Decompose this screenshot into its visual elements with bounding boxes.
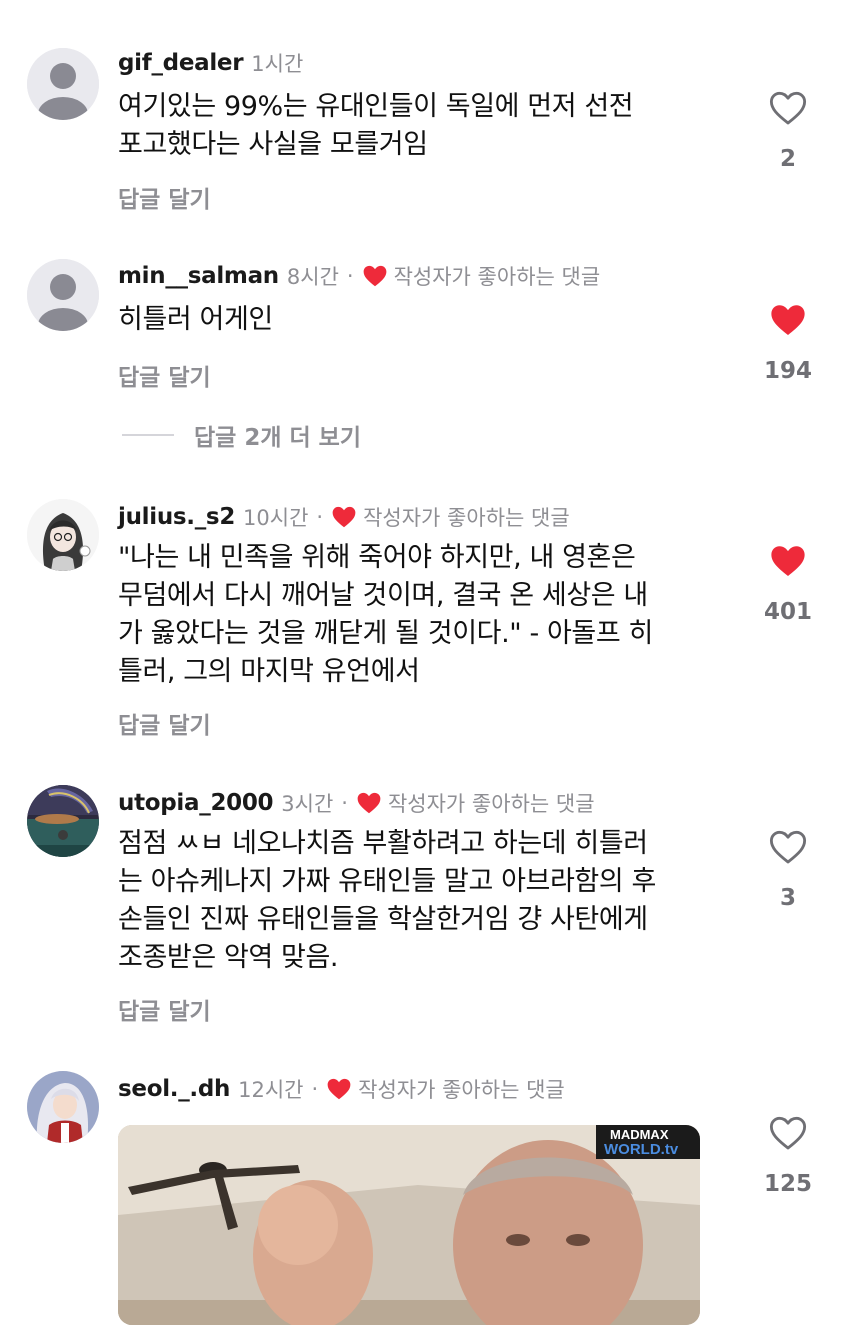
- comment-text: 여기있는 99%는 유대인들이 독일에 먼저 선전 포고했다는 사실을 모를거임: [118, 91, 634, 160]
- video-thumbnail: MADMAX WORLD.tv: [118, 1125, 700, 1325]
- separator-dot: ·: [341, 791, 348, 815]
- timestamp: 12시간: [238, 1078, 304, 1102]
- creator-liked-label: 작성자가 좋아하는 댓글: [393, 265, 601, 289]
- comment-meta: utopia_2000 3시간 · 작성자가 좋아하는 댓글: [118, 786, 595, 820]
- username[interactable]: min__salman: [118, 263, 279, 289]
- comment-text: 점점 ㅆㅂ 네오나치즘 부활하려고 하는데 히틀러 는 아슈케나지 가짜 유태인…: [118, 828, 656, 973]
- heart-icon[interactable]: [769, 1115, 807, 1151]
- anime-character-avatar-icon: [27, 1071, 99, 1143]
- heart-icon: [357, 792, 381, 814]
- like-column: 194: [760, 302, 816, 384]
- comment-meta: seol._.dh 12시간 · 작성자가 좋아하는 댓글: [118, 1072, 565, 1106]
- watermark-line-2: WORLD.tv: [604, 1141, 679, 1158]
- divider: [122, 434, 174, 436]
- avatar[interactable]: [27, 259, 99, 331]
- username[interactable]: julius._s2: [118, 504, 235, 530]
- avatar[interactable]: [27, 48, 99, 120]
- view-more-replies-button[interactable]: 답글 2개 더 보기: [122, 420, 361, 451]
- like-count: 2: [779, 146, 796, 172]
- heart-icon: [363, 265, 386, 287]
- avatar[interactable]: [27, 499, 99, 571]
- separator-dot: ·: [311, 1077, 319, 1101]
- username[interactable]: utopia_2000: [118, 790, 274, 816]
- username[interactable]: gif_dealer: [118, 50, 244, 76]
- like-count: 194: [763, 358, 812, 384]
- landscape-avatar-icon: [27, 785, 99, 857]
- separator-dot: ·: [316, 505, 324, 529]
- timestamp: 8시간: [286, 265, 339, 289]
- separator-dot: ·: [346, 264, 354, 288]
- like-count: 125: [763, 1171, 812, 1197]
- creator-liked-label: 작성자가 좋아하는 댓글: [387, 792, 595, 816]
- username[interactable]: seol._.dh: [118, 1076, 230, 1102]
- reply-button[interactable]: 답글 달기: [118, 992, 211, 1026]
- comment-meta: min__salman 8시간 · 작성자가 좋아하는 댓글: [118, 259, 600, 293]
- avatar[interactable]: [27, 785, 99, 857]
- heart-icon: [332, 506, 356, 528]
- like-column: 401: [760, 543, 816, 625]
- heart-icon: [327, 1078, 351, 1100]
- reply-button[interactable]: 답글 달기: [118, 180, 211, 214]
- comment-meta: gif_dealer 1시간: [118, 46, 303, 80]
- watermark-line-1: MADMAX: [610, 1127, 669, 1142]
- like-column: 125: [760, 1115, 816, 1197]
- creator-liked-label: 작성자가 좋아하는 댓글: [358, 1078, 565, 1102]
- timestamp: 3시간: [281, 792, 334, 816]
- timestamp: 10시간: [243, 506, 309, 530]
- heart-icon[interactable]: [769, 543, 807, 579]
- heart-icon[interactable]: [769, 829, 807, 865]
- heart-icon[interactable]: [769, 302, 807, 338]
- comment-text: 히틀러 어게인: [118, 304, 273, 335]
- like-column: 2: [760, 90, 816, 172]
- avatar[interactable]: [27, 1071, 99, 1143]
- like-column: 3: [760, 829, 816, 911]
- comment-text: "나는 내 민족을 위해 죽어야 하지만, 내 영혼은 무덤에서 다시 깨어날 …: [118, 542, 653, 687]
- timestamp: 1시간: [251, 52, 304, 76]
- gif-attachment[interactable]: MADMAX WORLD.tv: [118, 1125, 700, 1325]
- reply-button[interactable]: 답글 달기: [118, 706, 211, 740]
- heart-icon[interactable]: [769, 90, 807, 126]
- view-replies-label: 답글 2개 더 보기: [194, 425, 361, 451]
- default-avatar-icon: [27, 259, 99, 331]
- creator-liked-label: 작성자가 좋아하는 댓글: [363, 506, 570, 530]
- default-avatar-icon: [27, 48, 99, 120]
- reply-button[interactable]: 답글 달기: [118, 358, 211, 392]
- like-count: 3: [779, 885, 796, 911]
- anime-girl-avatar-icon: [27, 499, 99, 571]
- comment-meta: julius._s2 10시간 · 작성자가 좋아하는 댓글: [118, 500, 570, 534]
- like-count: 401: [763, 599, 812, 625]
